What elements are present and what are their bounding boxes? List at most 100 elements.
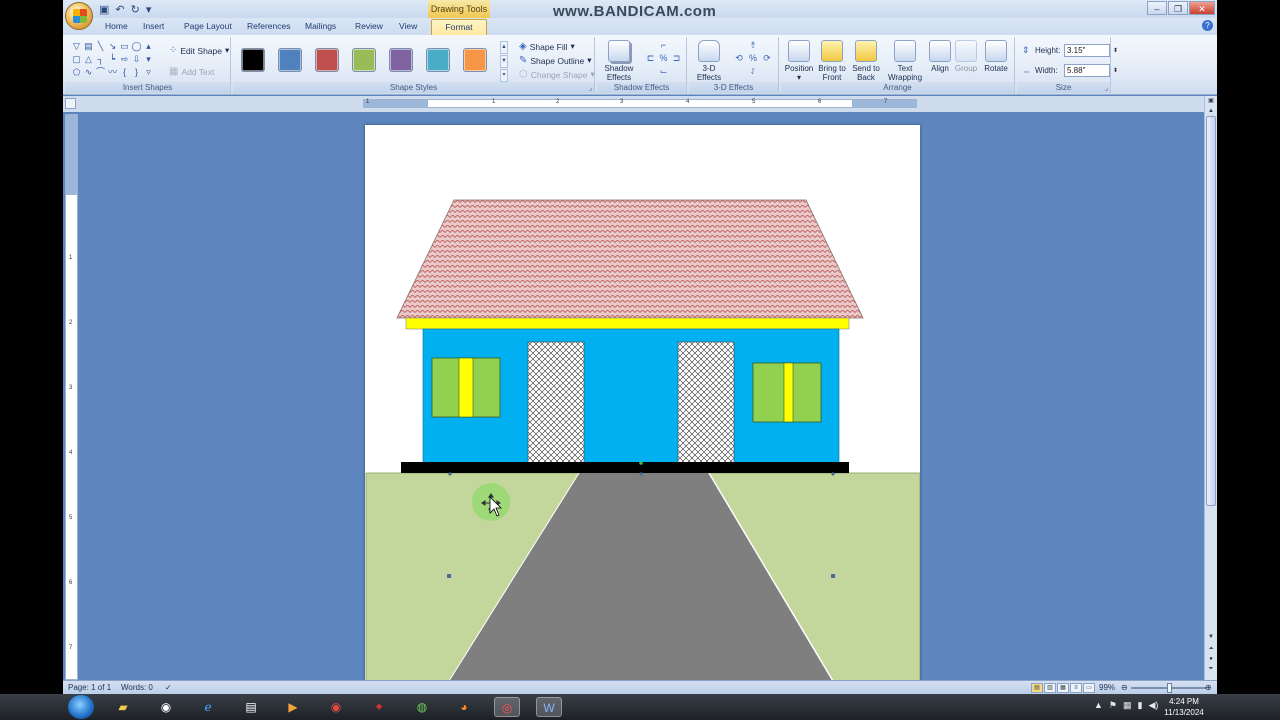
left-door[interactable]	[527, 341, 585, 464]
gallery-down-icon[interactable]: ▾	[143, 53, 154, 65]
house-drawing[interactable]	[365, 125, 920, 685]
width-field[interactable]: 5.88"	[1064, 64, 1110, 77]
taskbar-clock[interactable]: 4:24 PM 11/13/2024	[1158, 696, 1210, 718]
rotation-handle[interactable]	[639, 461, 643, 465]
web-layout-icon[interactable]: ▦	[1057, 683, 1069, 693]
scroll-down-icon[interactable]: ▼	[500, 55, 508, 68]
shape-down-arrow-icon[interactable]: ⇩	[131, 53, 142, 65]
tab-view[interactable]: View	[395, 19, 421, 34]
minimize-icon[interactable]: –	[1147, 1, 1167, 15]
shape-brace-icon[interactable]: {	[119, 66, 130, 78]
selection-handle[interactable]	[831, 574, 835, 578]
word-count[interactable]: Words: 0	[121, 682, 153, 694]
proofing-icon[interactable]: ✓	[165, 682, 172, 694]
style-swatch-blue[interactable]	[278, 48, 302, 72]
edit-shape-button[interactable]: ⁘ Edit Shape ▾	[169, 45, 229, 56]
shape-oval-icon[interactable]: ◯	[131, 40, 142, 52]
save-icon[interactable]: ▣	[99, 3, 109, 16]
restore-icon[interactable]: ❐	[1168, 1, 1188, 15]
tab-references[interactable]: References	[243, 19, 294, 34]
redo-icon[interactable]: ↻	[131, 3, 140, 16]
outline-icon[interactable]: ≡	[1070, 683, 1082, 693]
tilt-down-icon[interactable]: ⥌	[747, 66, 759, 77]
tab-format[interactable]: Format	[431, 19, 487, 35]
size-dialog-launcher-icon[interactable]: ⌟	[1105, 84, 1108, 92]
shadow-toggle-icon[interactable]: %	[658, 53, 669, 64]
style-swatch-black[interactable]	[241, 48, 265, 72]
shape-right-arrow-icon[interactable]: ⇨	[119, 53, 130, 65]
page-count[interactable]: Page: 1 of 1	[68, 682, 111, 694]
dialog-launcher-icon[interactable]: ⌟	[589, 84, 592, 92]
nudge-left-icon[interactable]: ⊏	[645, 53, 656, 64]
height-field[interactable]: 3.15"	[1064, 44, 1110, 57]
add-text-button[interactable]: ▦ Add Text	[169, 66, 214, 77]
office-button[interactable]	[65, 2, 93, 30]
tilt-up-icon[interactable]: ⥉	[747, 40, 759, 51]
roof[interactable]	[396, 199, 864, 319]
shape-curve-icon[interactable]: ∿	[83, 66, 94, 78]
shape-elbow-icon[interactable]: ┐	[95, 53, 106, 65]
shape-textbox-icon[interactable]: ▤	[83, 40, 94, 52]
tab-mailings[interactable]: Mailings	[301, 19, 340, 34]
nudge-up-icon[interactable]: ⌐	[658, 40, 669, 51]
align-button[interactable]: Align	[927, 40, 953, 73]
action-center-icon[interactable]: ⚑	[1109, 700, 1117, 711]
start-button[interactable]	[68, 695, 94, 719]
shape-brace-right-icon[interactable]: }	[131, 66, 142, 78]
shape-scribble-icon[interactable]: 〰	[107, 66, 118, 78]
vertical-scrollbar[interactable]: ▣ ▲ ▼ ⏶ ● ⏷	[1204, 96, 1217, 680]
zoom-out-icon[interactable]: ⊖	[1121, 682, 1128, 694]
zoom-slider[interactable]	[1131, 683, 1207, 693]
width-spinner-icon[interactable]: ⬍	[1113, 67, 1118, 74]
position-button[interactable]: Position ▾	[783, 40, 815, 82]
zoom-slider-knob[interactable]	[1167, 683, 1172, 693]
tab-selector-icon[interactable]	[65, 98, 76, 109]
customize-qat-icon[interactable]: ▾	[146, 3, 152, 16]
group-button[interactable]: Group	[953, 40, 979, 73]
shadow-effects-button[interactable]: Shadow Effects	[601, 40, 637, 82]
globe-app-icon[interactable]: ◍	[409, 697, 435, 717]
shape-fill-button[interactable]: ◈ Shape Fill ▾	[519, 41, 575, 52]
shape-rounded-rect-icon[interactable]: ▢	[71, 53, 82, 65]
nudge-right-icon[interactable]: ⊐	[671, 53, 682, 64]
style-swatch-aqua[interactable]	[426, 48, 450, 72]
chrome-icon[interactable]: ◉	[153, 697, 179, 717]
bring-to-front-button[interactable]: Bring to Front	[815, 40, 849, 82]
height-spinner-icon[interactable]: ⬍	[1113, 47, 1118, 54]
send-to-back-button[interactable]: Send to Back	[849, 40, 883, 82]
selection-handle[interactable]	[448, 472, 452, 476]
selection-handle[interactable]	[831, 472, 835, 476]
internet-explorer-icon[interactable]: ℯ	[195, 697, 221, 717]
tilt-left-icon[interactable]: ⟲	[733, 53, 745, 64]
word-icon[interactable]: W	[536, 697, 562, 717]
gallery-more-icon[interactable]: ▿	[143, 66, 154, 78]
shape-triangle-icon[interactable]: ▽	[71, 40, 82, 52]
shape-connector-icon[interactable]: ┕	[107, 53, 118, 65]
horizontal-ruler[interactable]: 1 1 2 3 4 5 6 7	[363, 99, 917, 108]
bandicam-icon[interactable]: ◎	[494, 697, 520, 717]
style-swatch-purple[interactable]	[389, 48, 413, 72]
scroll-down-arrow-icon[interactable]: ▼	[1205, 632, 1217, 642]
text-wrapping-button[interactable]: Text Wrapping	[885, 40, 925, 82]
right-door[interactable]	[677, 341, 735, 464]
scroll-thumb[interactable]	[1206, 116, 1216, 506]
fascia-board[interactable]	[405, 317, 850, 330]
draft-icon[interactable]: ▭	[1083, 683, 1095, 693]
scroll-up-arrow-icon[interactable]: ▲	[1205, 106, 1217, 116]
full-screen-icon[interactable]: ▥	[1044, 683, 1056, 693]
rotate-button[interactable]: Rotate	[981, 40, 1011, 73]
three-d-effects-button[interactable]: 3-D Effects	[691, 40, 727, 82]
chrome-alt-icon[interactable]: ◉	[323, 697, 349, 717]
file-explorer-icon[interactable]: ▰	[110, 697, 136, 717]
scroll-up-icon[interactable]: ▲	[500, 41, 508, 54]
three-d-toggle-icon[interactable]: %	[747, 53, 759, 64]
style-swatch-orange[interactable]	[463, 48, 487, 72]
document-app-icon[interactable]: ▤	[238, 697, 264, 717]
zoom-level[interactable]: 99%	[1099, 682, 1115, 694]
next-page-icon[interactable]: ⏷	[1205, 664, 1217, 674]
style-swatch-green[interactable]	[352, 48, 376, 72]
acrobat-icon[interactable]: ✦	[366, 697, 392, 717]
power-icon[interactable]: ▮	[1138, 700, 1143, 711]
more-styles-icon[interactable]: ▾	[500, 69, 508, 82]
select-browse-icon[interactable]: ●	[1205, 654, 1217, 664]
